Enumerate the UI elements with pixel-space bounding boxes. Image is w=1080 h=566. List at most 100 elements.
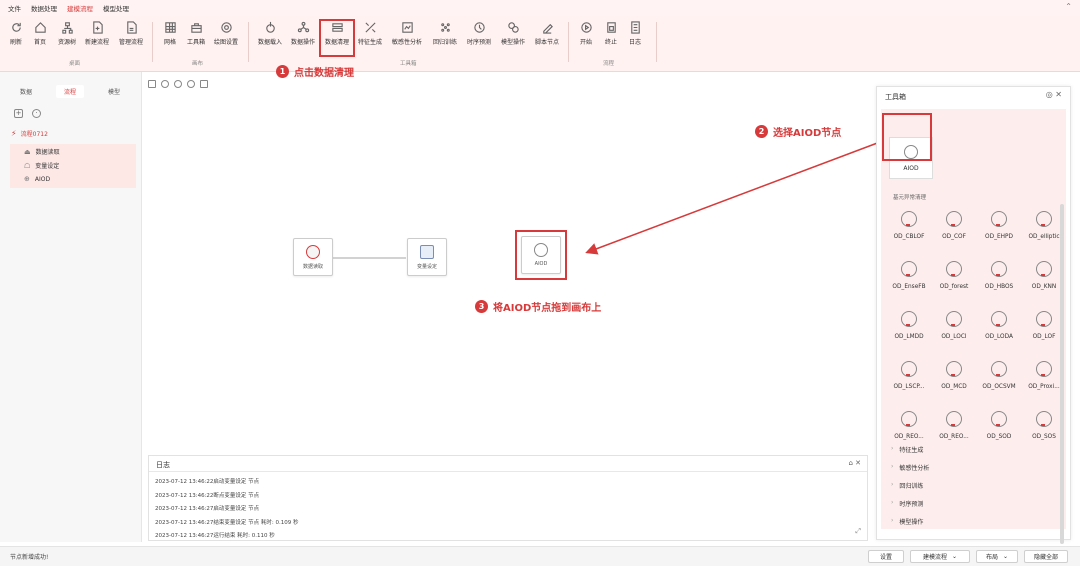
log-line: 2023-07-12 13:46:22断点变量设定 节点 bbox=[155, 493, 260, 499]
tool-item[interactable]: OD_COF bbox=[932, 211, 976, 240]
regression-train-button[interactable]: 回归训练 bbox=[429, 21, 461, 46]
accordion-feature-gen[interactable]: › 特征生成 bbox=[891, 445, 923, 454]
tool-item[interactable]: OD_LOCI bbox=[932, 311, 976, 340]
new-flow-button[interactable]: 新建流程 bbox=[81, 21, 113, 46]
highlight-box-aiod-node bbox=[515, 230, 567, 280]
add-icon[interactable]: + bbox=[14, 109, 23, 118]
tool-item[interactable]: OD_forest bbox=[932, 261, 976, 290]
menu-file[interactable]: 文件 bbox=[8, 3, 21, 13]
center-icon[interactable] bbox=[161, 80, 169, 88]
draw-settings-button[interactable]: 绘图设置 bbox=[210, 21, 242, 46]
data-operate-button[interactable]: 数据操作 bbox=[287, 21, 319, 46]
accordion-regression[interactable]: › 回归训练 bbox=[891, 481, 923, 490]
resource-tree-button[interactable]: 资源树 bbox=[51, 21, 83, 46]
tab-flow[interactable]: 流程 bbox=[55, 84, 84, 98]
toolbox-controls[interactable]: ◎ ✕ bbox=[1046, 90, 1062, 99]
magnifier-icon bbox=[1036, 311, 1052, 327]
tool-item[interactable]: OD_SOD bbox=[977, 411, 1021, 440]
tree-item-aiod[interactable]: ⊕ AIOD bbox=[24, 175, 50, 183]
fit-icon[interactable] bbox=[148, 80, 156, 88]
log-icon bbox=[630, 21, 640, 34]
tool-item[interactable]: OD_EHPD bbox=[977, 211, 1021, 240]
status-bar: 节点新增成功! 设置 建模流程 ⌄ 布局 ⌄ 隐藏全部 bbox=[0, 546, 1080, 566]
tool-item[interactable]: OD_LMDD bbox=[887, 311, 931, 340]
toolbox-scrollbar[interactable] bbox=[1060, 204, 1064, 544]
tree-item-var-set[interactable]: ☖ 变量设定 bbox=[24, 161, 59, 171]
regression-icon bbox=[440, 23, 450, 32]
feature-gen-button[interactable]: 特征生成 bbox=[354, 21, 386, 46]
settings-icon[interactable]: · bbox=[32, 109, 41, 118]
chevron-right-icon: › bbox=[891, 517, 894, 524]
stop-icon bbox=[606, 22, 616, 33]
variable-icon: ☖ bbox=[24, 161, 31, 170]
menu-modeling-flow[interactable]: 建模流程 bbox=[67, 3, 93, 13]
group-label-toolbox: 工具箱 bbox=[400, 61, 417, 67]
magnifier-icon bbox=[901, 261, 917, 277]
layout-dropdown[interactable]: 布局 ⌄ bbox=[976, 550, 1018, 563]
accordion-model-op[interactable]: › 模型操作 bbox=[891, 517, 923, 526]
toolbox-panel: 工具箱 ◎ ✕ AIOD 基元异常清理 OD_CBLOF OD_COF OD_E… bbox=[876, 86, 1071, 544]
settings-button[interactable]: 设置 bbox=[868, 550, 904, 563]
magnifier-icon bbox=[991, 361, 1007, 377]
tool-item[interactable]: OD_OCSVM bbox=[977, 361, 1021, 390]
log-line: 2023-07-12 13:46:27结束变量设定 节点 耗时: 0.109 秒 bbox=[155, 520, 299, 526]
expand-icon[interactable]: ⤢ bbox=[855, 527, 861, 536]
chevron-right-icon: › bbox=[891, 463, 894, 470]
log-line: 2023-07-12 13:46:27运行结束 耗时: 0.110 秒 bbox=[155, 533, 275, 539]
manage-flow-button[interactable]: 管理流程 bbox=[115, 21, 147, 46]
tree-root[interactable]: ⚡ 流程0712 bbox=[11, 129, 48, 138]
modeling-flow-dropdown[interactable]: 建模流程 ⌄ bbox=[910, 550, 970, 563]
model-operate-button[interactable]: 模型操作 bbox=[497, 21, 529, 46]
tab-data[interactable]: 数据 bbox=[12, 85, 40, 98]
zoom-out-icon[interactable] bbox=[187, 80, 195, 88]
toolbox-button[interactable]: 工具箱 bbox=[180, 21, 212, 46]
collapse-chevron-icon[interactable]: ⌃ bbox=[1065, 2, 1072, 11]
accordion-timeseries[interactable]: › 时序预测 bbox=[891, 499, 923, 508]
grid-toggle-icon[interactable] bbox=[200, 80, 208, 88]
sensitivity-analysis-button[interactable]: 敏感性分析 bbox=[391, 21, 423, 46]
accordion-sensitivity[interactable]: › 敏感性分析 bbox=[891, 463, 929, 472]
tool-item[interactable]: OD_LODA bbox=[977, 311, 1021, 340]
script-node-button[interactable]: 脚本节点 bbox=[531, 21, 563, 46]
timeseries-predict-button[interactable]: 时序预测 bbox=[463, 21, 495, 46]
menu-data-processing[interactable]: 数据处理 bbox=[31, 3, 57, 13]
node-var-set[interactable]: 变量设定 bbox=[407, 238, 447, 276]
sensitivity-icon bbox=[401, 22, 413, 33]
new-file-icon bbox=[92, 21, 103, 34]
chevron-right-icon: › bbox=[891, 445, 894, 452]
left-panel: 数据 流程 模型 + · ⚡ 流程0712 ⏏ 数据读取 ☖ 变量设定 ⊕ AIOD bbox=[0, 72, 142, 542]
menu-model-processing[interactable]: 模型处理 bbox=[103, 3, 129, 13]
zoom-in-icon[interactable] bbox=[174, 80, 182, 88]
refresh-icon bbox=[11, 22, 21, 32]
magnifier-icon bbox=[901, 211, 917, 227]
tool-item[interactable]: OD_EnseFB bbox=[887, 261, 931, 290]
data-load-icon bbox=[265, 21, 275, 33]
tab-model[interactable]: 模型 bbox=[100, 85, 128, 98]
tool-item[interactable]: OD_MCD bbox=[932, 361, 976, 390]
magnifier-icon bbox=[901, 361, 917, 377]
magnifier-icon: ⊕ bbox=[24, 175, 30, 183]
data-load-button[interactable]: 数据载入 bbox=[254, 21, 286, 46]
tree-item-data-read[interactable]: ⏏ 数据读取 bbox=[24, 147, 60, 157]
separator bbox=[568, 22, 569, 62]
tool-item[interactable]: OD_CBLOF bbox=[887, 211, 931, 240]
chevron-right-icon: › bbox=[891, 481, 894, 488]
tool-item[interactable]: OD_REO... bbox=[887, 411, 931, 440]
tool-item[interactable]: OD_LSCP... bbox=[887, 361, 931, 390]
annotation-step-1: 1 点击数据清理 bbox=[276, 64, 354, 79]
model-icon bbox=[507, 22, 519, 33]
log-button[interactable]: 日志 bbox=[619, 21, 651, 46]
group-label-canvas: 画布 bbox=[192, 61, 204, 67]
separator bbox=[656, 22, 657, 62]
feature-icon bbox=[364, 22, 376, 33]
highlight-box-aiod-tool bbox=[882, 113, 932, 161]
data-operate-icon bbox=[297, 21, 309, 33]
separator bbox=[152, 22, 153, 62]
tool-item[interactable]: OD_REO... bbox=[932, 411, 976, 440]
node-data-read[interactable]: 数据读取 bbox=[293, 238, 333, 276]
log-controls[interactable]: ⌂ ✕ bbox=[848, 459, 861, 467]
annotation-step-3: 3 将AIOD节点拖到画布上 bbox=[475, 299, 601, 314]
tool-item[interactable]: OD_HBOS bbox=[977, 261, 1021, 290]
chevron-down-icon: ⌄ bbox=[951, 553, 958, 560]
hide-all-button[interactable]: 隐藏全部 bbox=[1024, 550, 1068, 563]
